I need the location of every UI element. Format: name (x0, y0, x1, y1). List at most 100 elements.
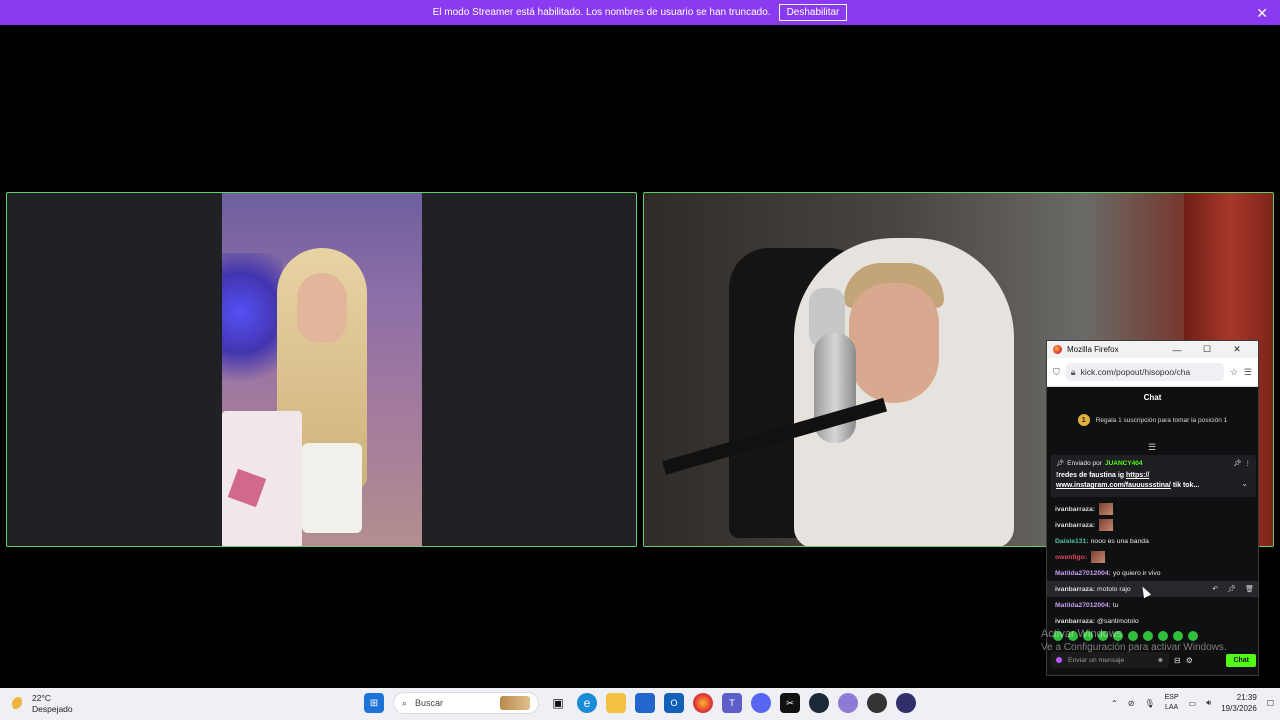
discord-icon[interactable] (751, 693, 771, 713)
chevron-down-icon[interactable]: ⌄ (1241, 479, 1248, 488)
chat-username[interactable]: ivanbarraza: (1055, 618, 1095, 625)
reply-icon[interactable]: ↶ (1212, 585, 1218, 593)
capcut-icon[interactable]: ✂ (780, 693, 800, 713)
chat-text: motolo rajo (1097, 585, 1131, 593)
chat-message[interactable]: ivanbarraza: @santimotolo (1055, 613, 1255, 629)
taskbar-apps: ⊞ ⌕ Buscar ▣ e O T ✂ (364, 692, 916, 714)
filter-icon[interactable]: ☰ (1148, 442, 1156, 453)
lang-secondary: LAA (1165, 704, 1179, 711)
close-banner-icon[interactable]: ✕ (1256, 5, 1268, 22)
maximize-icon[interactable]: ☐ (1192, 344, 1222, 355)
gift-icon[interactable]: ⊟ (1174, 656, 1181, 665)
clock[interactable]: 21:39 19/3/2026 (1221, 692, 1257, 714)
send-chat-button[interactable]: Chat (1226, 653, 1256, 667)
chat-username[interactable]: Matilda27012004: (1055, 570, 1111, 577)
emote-image (1091, 551, 1106, 563)
video-tile-left[interactable] (6, 192, 637, 547)
steam-icon[interactable] (809, 693, 829, 713)
screen: El modo Streamer está habilitado. Los no… (0, 0, 1280, 720)
person-face (849, 283, 939, 403)
app-swirl-icon[interactable] (838, 693, 858, 713)
chat-username[interactable]: Matilda27012004: (1055, 602, 1111, 609)
url-bar: ⛉ 🔒︎ kick.com/popout/hisopoo/cha ☆ ☰ (1047, 358, 1258, 387)
minimize-icon[interactable]: — (1162, 345, 1192, 355)
chat-text: nooo es una banda (1090, 537, 1149, 545)
file-explorer-icon[interactable] (606, 693, 626, 713)
firefox-popup-window: Mozilla Firefox — ☐ ✕ ⛉ 🔒︎ kick.com/popo… (1046, 340, 1259, 676)
app-dark-icon[interactable] (867, 693, 887, 713)
firefox-icon[interactable] (693, 693, 713, 713)
disable-streamer-mode-button[interactable]: Deshabilitar (778, 4, 848, 21)
shield-icon[interactable]: ⛉ (1053, 367, 1060, 378)
unpin-icon[interactable]: 📌︎ (1233, 459, 1241, 467)
pin-icon[interactable]: 📌︎ (1227, 585, 1236, 593)
temperature: 22°C (32, 693, 51, 703)
chat-input[interactable]: Enviar un mensaje ☻ (1051, 652, 1169, 668)
edge-icon[interactable]: e (577, 693, 597, 713)
chat-username[interactable]: Daisie131: (1055, 538, 1089, 545)
rank-badge: 1 (1077, 414, 1090, 426)
chat-message[interactable]: Daisie131: nooo es una banda (1055, 533, 1255, 549)
bookmark-star-icon[interactable]: ☆ (1230, 367, 1238, 378)
search-label: Buscar (415, 698, 444, 708)
person-face (297, 273, 347, 343)
gift-sub-banner[interactable]: 1 Regala 1 suscripción para tomar la pos… (1047, 407, 1258, 433)
close-icon[interactable]: ✕ (1222, 344, 1252, 355)
pinned-text: !redes de faustina ig https:// www.insta… (1056, 471, 1251, 491)
window-title: Mozilla Firefox (1067, 345, 1119, 354)
pinned-message[interactable]: 📌︎ Enviado por JUANCY404 📌︎ ⋮ !redes de … (1051, 455, 1256, 497)
display-icon[interactable]: ▭ (1189, 699, 1197, 708)
outlook-icon[interactable]: O (664, 693, 684, 713)
language-indicator[interactable]: ESP LAA (1165, 693, 1179, 713)
chat-message[interactable]: ivanbarraza: (1055, 501, 1255, 517)
chat-message[interactable]: ivanbarraza: motolo rajo ↶ 📌︎ 🗑︎ (1047, 581, 1258, 597)
chat-text: @santimotolo (1097, 617, 1139, 625)
chat-message[interactable]: Matilda27012004: yo quiero ir vivo (1055, 565, 1255, 581)
chat-username[interactable]: ivanbarraza: (1055, 522, 1095, 529)
settings-gear-icon[interactable]: ⚙ (1186, 656, 1193, 665)
menu-icon[interactable]: ☰ (1244, 367, 1252, 378)
activation-watermark: Activar Windows Ve a Configuración para … (1041, 628, 1227, 654)
windows-start-icon[interactable]: ⊞ (364, 693, 384, 713)
user-avatar (1056, 657, 1062, 663)
chat-message[interactable]: ivanbarraza: (1055, 517, 1255, 533)
delete-icon[interactable]: 🗑︎ (1245, 585, 1254, 593)
person-top (302, 443, 362, 533)
taskbar-search[interactable]: ⌕ Buscar (393, 692, 539, 714)
address-field[interactable]: 🔒︎ kick.com/popout/hisopoo/cha (1065, 363, 1224, 381)
more-options-icon[interactable]: ⋮ (1245, 459, 1252, 467)
pinned-user[interactable]: JUANCY404 (1105, 460, 1143, 467)
chat-message[interactable]: Matilda27012004: tu (1055, 597, 1255, 613)
microphone-icon[interactable]: 🎙︎ (1144, 699, 1154, 708)
search-highlight-image (500, 696, 530, 710)
teams-icon[interactable]: T (722, 693, 742, 713)
window-titlebar[interactable]: Mozilla Firefox — ☐ ✕ (1047, 341, 1258, 358)
chat-username[interactable]: owenfigo: (1055, 554, 1087, 561)
obs-icon[interactable] (896, 693, 916, 713)
network-off-icon[interactable]: ⊘ (1128, 699, 1135, 708)
pinned-text-pre: !redes de faustina ig (1056, 472, 1127, 479)
weather-condition: Despejado (32, 704, 73, 714)
clock-date: 19/3/2026 (1221, 704, 1257, 713)
store-icon[interactable] (635, 693, 655, 713)
emoji-icon[interactable]: ☻ (1157, 657, 1164, 664)
banner-message: El modo Streamer está habilitado. Los no… (432, 7, 771, 18)
watermark-line2: Ve a Configuración para activar Windows. (1041, 642, 1227, 653)
chat-message[interactable]: owenfigo: (1055, 549, 1255, 565)
volume-icon[interactable]: 🔊︎ (1206, 698, 1211, 708)
chat-username[interactable]: ivanbarraza: (1055, 586, 1095, 593)
system-tray: ⌃ ⊘ 🎙︎ ESP LAA ▭ 🔊︎ 21:39 19/3/2026 ☐ (1111, 692, 1274, 714)
sent-by-label: Enviado por (1067, 459, 1102, 467)
weather-widget[interactable]: 22°C Despejado (12, 693, 73, 715)
lang-primary: ESP (1164, 694, 1179, 701)
pin-icon: 📌︎ (1056, 460, 1065, 467)
watermark-line1: Activar Windows (1041, 628, 1123, 640)
streamer-mode-banner: El modo Streamer está habilitado. Los no… (0, 0, 1280, 25)
chat-input-placeholder: Enviar un mensaje (1068, 656, 1125, 664)
notifications-icon[interactable]: ☐ (1267, 699, 1274, 708)
chevron-up-icon[interactable]: ⌃ (1111, 699, 1118, 708)
task-view-icon[interactable]: ▣ (548, 693, 568, 713)
chat-username[interactable]: ivanbarraza: (1055, 506, 1095, 513)
emote-image (1099, 519, 1114, 531)
lock-icon[interactable]: 🔒︎ (1071, 367, 1076, 378)
